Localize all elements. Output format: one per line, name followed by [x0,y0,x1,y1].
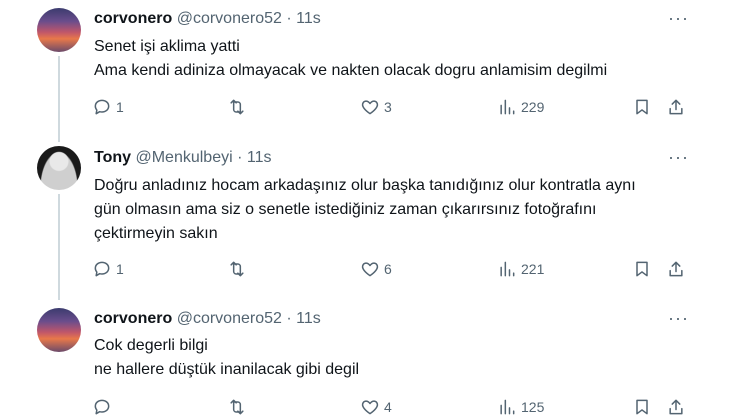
retweet-button[interactable] [227,258,251,280]
like-button[interactable]: 4 [360,396,392,418]
tweet-header: Tony @Menkulbeyi · 11s [94,148,272,168]
reply-icon [94,99,110,115]
tweet-text-line: Cok degerli bilgi [94,337,208,354]
tweet-actions: 1 3 229 [92,96,692,118]
retweet-button[interactable] [227,396,251,418]
views-button[interactable]: 229 [497,96,544,118]
more-dots-icon[interactable]: ··· [668,8,689,29]
bookmark-button[interactable] [632,258,656,280]
views-count: 229 [521,99,545,115]
reply-count: 1 [116,99,124,115]
timestamp[interactable]: 11s [247,149,272,166]
views-count: 221 [521,261,545,277]
retweet-icon [230,99,244,115]
display-name[interactable]: Tony [94,149,131,166]
views-button[interactable]: 221 [497,258,544,280]
bookmark-button[interactable] [632,96,656,118]
share-icon [669,261,683,277]
more-dots-icon[interactable]: ··· [668,308,689,329]
like-button[interactable]: 6 [360,258,392,280]
tweet-text: Cok degerli bilgi ne hallere düştük inan… [94,334,704,382]
share-button[interactable] [666,258,690,280]
heart-icon [361,262,379,277]
retweet-button[interactable] [227,96,251,118]
tweet-text-line: çektirmeyin sakın [94,225,218,242]
tweet-text-line: gün olmasın ama siz o senetle istediğini… [94,201,597,218]
avatar[interactable] [37,8,81,52]
tweet-1[interactable]: corvonero @corvonero52 · 11s ··· Senet i… [0,0,730,142]
user-handle[interactable]: @Menkulbeyi [135,149,232,166]
views-icon [500,261,515,277]
reply-button[interactable] [92,396,116,418]
thread-line [58,194,60,300]
like-button[interactable]: 3 [360,96,392,118]
more-dots-icon[interactable]: ··· [668,147,689,168]
tweet-3[interactable]: corvonero @corvonero52 · 11s ··· Cok deg… [0,300,730,420]
retweet-icon [230,399,244,415]
avatar[interactable] [37,146,81,190]
timestamp[interactable]: 11s [296,10,321,27]
reply-icon [94,261,110,277]
reply-icon [94,399,110,415]
separator-dot: · [237,149,243,166]
tweet-text: Doğru anladınız hocam arkadaşınız olur b… [94,174,704,246]
avatar[interactable] [37,308,81,352]
reply-button[interactable]: 1 [92,96,124,118]
tweet-header: corvonero @corvonero52 · 11s [94,9,321,29]
views-icon [500,99,515,115]
heart-icon [361,400,379,415]
share-button[interactable] [666,396,690,418]
bookmark-icon [636,399,648,415]
views-button[interactable]: 125 [497,396,544,418]
like-count: 4 [384,399,392,415]
tweet-text-line: Ama kendi adiniza olmayacak ve nakten ol… [94,62,608,79]
display-name[interactable]: corvonero [94,310,172,327]
thread-line [58,56,60,142]
user-handle[interactable]: @corvonero52 [177,10,282,27]
tweet-text-line: Doğru anladınız hocam arkadaşınız olur b… [94,177,636,194]
like-count: 6 [384,261,392,277]
heart-icon [361,100,379,115]
tweet-header: corvonero @corvonero52 · 11s [94,309,321,329]
tweet-text-line: ne hallere düştük inanilacak gibi degil [94,361,360,378]
share-icon [669,399,683,415]
retweet-icon [230,261,244,277]
share-button[interactable] [666,96,690,118]
tweet-text: Senet işi aklima yatti Ama kendi adiniza… [94,35,704,83]
bookmark-icon [636,99,648,115]
reply-count: 1 [116,261,124,277]
views-icon [500,399,515,415]
reply-button[interactable]: 1 [92,258,124,280]
like-count: 3 [384,99,392,115]
timestamp[interactable]: 11s [296,310,321,327]
bookmark-icon [636,261,648,277]
tweet-actions: 4 125 [92,396,692,418]
tweet-2[interactable]: Tony @Menkulbeyi · 11s ··· Doğru anladın… [0,142,730,300]
tweet-text-line: Senet işi aklima yatti [94,38,240,55]
bookmark-button[interactable] [632,396,656,418]
display-name[interactable]: corvonero [94,10,172,27]
tweet-actions: 1 6 221 [92,258,692,280]
separator-dot: · [286,10,292,27]
separator-dot: · [286,310,292,327]
share-icon [669,99,683,115]
user-handle[interactable]: @corvonero52 [177,310,282,327]
views-count: 125 [521,399,545,415]
